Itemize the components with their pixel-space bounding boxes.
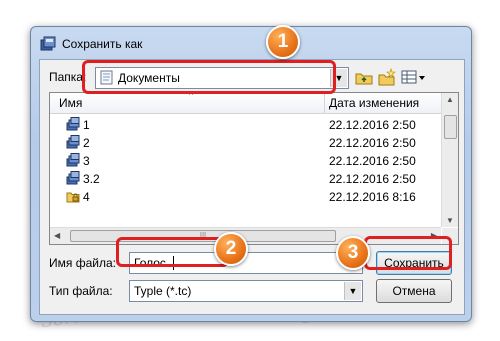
file-date: 22.12.2016 2:50 bbox=[329, 136, 416, 150]
file-date: 22.12.2016 8:16 bbox=[329, 190, 416, 204]
file-date: 22.12.2016 2:50 bbox=[329, 154, 416, 168]
file-date: 22.12.2016 2:50 bbox=[329, 118, 416, 132]
file-list[interactable]: ^ Имя Дата изменения 1 22.12.2016 2:50 2… bbox=[49, 92, 459, 245]
list-item[interactable]: 3.2 22.12.2016 2:50 bbox=[50, 170, 441, 188]
file-date: 22.12.2016 2:50 bbox=[329, 172, 416, 186]
file-name: 3 bbox=[83, 154, 90, 168]
list-item[interactable]: 1 22.12.2016 2:50 bbox=[50, 116, 441, 134]
stack-file-icon bbox=[66, 135, 80, 149]
window-title: Сохранить как bbox=[62, 37, 143, 51]
filetype-value: Typle (*.tc) bbox=[134, 284, 192, 298]
column-header-date[interactable]: Дата изменения bbox=[329, 96, 419, 110]
vertical-scrollbar[interactable]: ▲ ▼ bbox=[441, 93, 458, 227]
filename-label: Имя файла: bbox=[49, 256, 116, 270]
scroll-up-icon[interactable]: ▲ bbox=[446, 95, 454, 104]
list-item[interactable]: 4 22.12.2016 8:16 bbox=[50, 188, 441, 206]
list-header: ^ Имя Дата изменения bbox=[50, 93, 441, 114]
scroll-down-icon[interactable]: ▼ bbox=[446, 216, 454, 225]
new-folder-icon[interactable] bbox=[377, 67, 397, 87]
stack-file-icon bbox=[66, 153, 80, 167]
view-menu-icon[interactable] bbox=[400, 67, 426, 87]
vertical-scroll-thumb[interactable] bbox=[444, 115, 457, 139]
cancel-button[interactable]: Отмена bbox=[376, 279, 452, 303]
step-badge-1: 1 bbox=[266, 25, 300, 59]
scroll-left-icon[interactable]: ◀ bbox=[54, 231, 60, 240]
highlight-folder bbox=[82, 60, 336, 94]
filetype-dropdown[interactable]: Typle (*.tc) ▼ bbox=[129, 280, 363, 302]
file-name: 4 bbox=[83, 190, 90, 204]
column-header-name[interactable]: Имя bbox=[59, 96, 82, 110]
folder-lock-icon bbox=[66, 192, 80, 203]
stack-file-icon bbox=[66, 117, 80, 131]
title-bar[interactable]: Сохранить как bbox=[31, 27, 471, 57]
file-name: 2 bbox=[83, 136, 90, 150]
stack-file-icon bbox=[66, 171, 80, 185]
filetype-label: Тип файла: bbox=[49, 284, 113, 298]
file-name: 3.2 bbox=[83, 172, 100, 186]
folder-label: Папка: bbox=[49, 70, 87, 84]
highlight-save bbox=[364, 236, 452, 270]
chevron-down-icon[interactable]: ▼ bbox=[344, 282, 361, 300]
list-item[interactable]: 2 22.12.2016 2:50 bbox=[50, 134, 441, 152]
column-divider[interactable] bbox=[324, 93, 325, 113]
file-name: 1 bbox=[83, 118, 90, 132]
list-item[interactable]: 3 22.12.2016 2:50 bbox=[50, 152, 441, 170]
step-badge-3: 3 bbox=[336, 236, 370, 270]
step-badge-2: 2 bbox=[214, 232, 248, 266]
app-icon bbox=[40, 36, 56, 51]
highlight-filename bbox=[116, 237, 229, 267]
folder-up-icon[interactable] bbox=[354, 67, 374, 87]
dialog-body: Папка: Документы ▼ ^ Имя Дата изменения … bbox=[39, 59, 465, 315]
